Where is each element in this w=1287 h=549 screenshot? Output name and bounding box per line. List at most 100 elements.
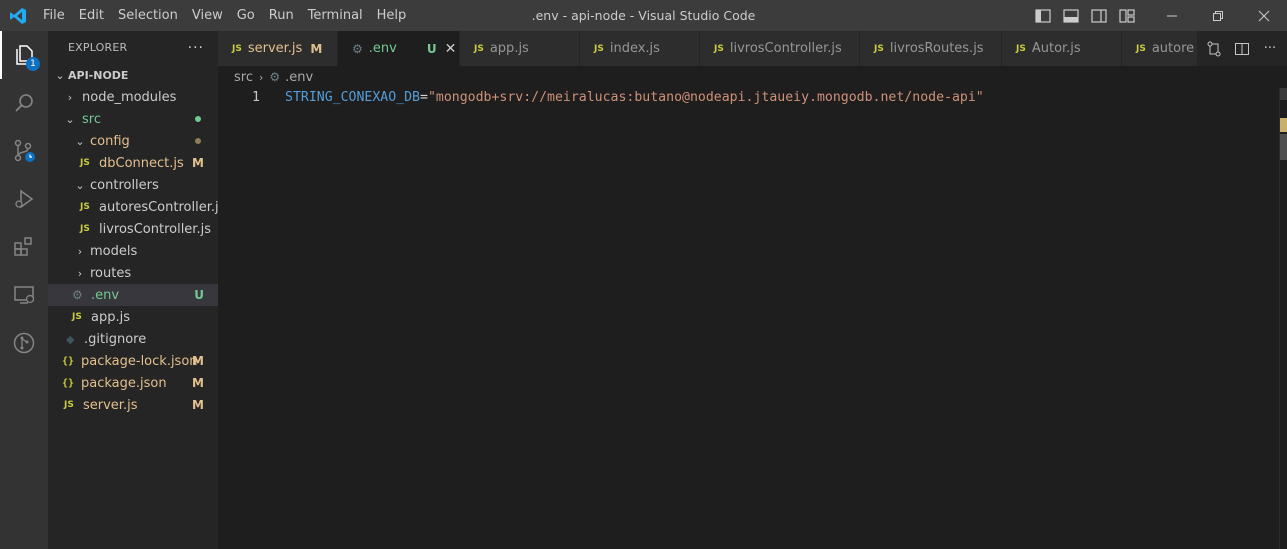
split-editor-icon[interactable]	[1233, 40, 1251, 58]
git-graph-icon[interactable]	[0, 319, 48, 367]
menu-run[interactable]: Run	[262, 0, 301, 31]
customize-layout-icon[interactable]	[1117, 6, 1137, 26]
tab-index-js[interactable]: JS index.js	[580, 31, 700, 66]
menu-help[interactable]: Help	[370, 0, 414, 31]
scrollbar-change-marker	[1280, 118, 1287, 132]
tree-folder-config[interactable]: ⌄ config	[48, 130, 218, 152]
close-tab-icon[interactable]: ✕	[445, 41, 457, 57]
tab-status-badge: U	[426, 41, 437, 56]
tree-file-server[interactable]: JS server.js M	[48, 394, 218, 416]
tree-folder-models[interactable]: › models	[48, 240, 218, 262]
menu-bar: File Edit Selection View Go Run Terminal…	[36, 0, 413, 31]
menu-file[interactable]: File	[36, 0, 72, 31]
chevron-down-icon: ⌄	[75, 134, 85, 148]
tree-label: app.js	[91, 309, 130, 325]
tree-file-env[interactable]: ⚙ .env U	[48, 284, 218, 306]
scrollbar-slider[interactable]	[1280, 88, 1287, 100]
tree-label: .gitignore	[84, 331, 147, 347]
git-status-badge: M	[192, 156, 204, 170]
tree-file-gitignore[interactable]: ◆ .gitignore	[48, 328, 218, 350]
tree-label: node_modules	[82, 89, 177, 105]
source-control-icon[interactable]	[0, 127, 48, 175]
explorer-sidebar: EXPLORER ··· ⌄ API-NODE › node_modules ⌄…	[48, 31, 218, 549]
menu-terminal[interactable]: Terminal	[301, 0, 370, 31]
tab-livrosroutes-js[interactable]: JS livrosRoutes.js	[860, 31, 1002, 66]
tree-file-app[interactable]: JS app.js	[48, 306, 218, 328]
tab-autores-js[interactable]: JS autore	[1122, 31, 1202, 66]
tab-autor-js[interactable]: JS Autor.js	[1002, 31, 1122, 66]
js-file-icon: JS	[874, 43, 884, 54]
tree-folder-routes[interactable]: › routes	[48, 262, 218, 284]
search-icon[interactable]	[0, 79, 48, 127]
chevron-right-icon: ›	[77, 244, 83, 258]
js-file-icon: JS	[72, 312, 82, 322]
restore-icon[interactable]	[1195, 0, 1241, 31]
menu-view[interactable]: View	[185, 0, 230, 31]
toggle-primary-sidebar-icon[interactable]	[1033, 6, 1053, 26]
git-status-badge: M	[192, 354, 204, 368]
env-key: STRING_CONEXAO_DB	[285, 90, 420, 105]
more-actions-icon[interactable]: ···	[1261, 40, 1279, 58]
tree-label: autoresController.js	[99, 199, 218, 215]
chevron-right-icon: ›	[67, 90, 73, 104]
tree-folder-controllers[interactable]: ⌄ controllers	[48, 174, 218, 196]
project-root[interactable]: ⌄ API-NODE	[48, 64, 218, 86]
editor-actions: ···	[1197, 31, 1287, 66]
tab-label: app.js	[489, 41, 529, 56]
tree-file-package[interactable]: {} package.json M	[48, 372, 218, 394]
minimize-icon[interactable]	[1149, 0, 1195, 31]
explorer-title: EXPLORER	[68, 41, 128, 54]
tab-label: Autor.js	[1031, 41, 1081, 56]
breadcrumb-folder[interactable]: src	[234, 70, 253, 85]
js-file-icon: JS	[80, 158, 90, 168]
chevron-right-icon: ›	[258, 70, 264, 84]
js-file-icon: JS	[714, 43, 724, 54]
json-file-icon: {}	[62, 377, 75, 389]
activity-bar: 1	[0, 31, 48, 549]
toggle-panel-icon[interactable]	[1061, 6, 1081, 26]
breadcrumb: src › ⚙ .env	[218, 66, 313, 88]
gear-icon: ⚙	[269, 70, 281, 84]
close-window-icon[interactable]	[1241, 0, 1287, 31]
chevron-right-icon: ›	[77, 266, 83, 280]
tree-folder-node-modules[interactable]: › node_modules	[48, 86, 218, 108]
tab-label: .env	[368, 41, 397, 56]
env-equals: =	[419, 90, 428, 105]
chevron-down-icon: ⌄	[75, 178, 85, 192]
tree-file-dbconnect[interactable]: JS dbConnect.js M	[48, 152, 218, 174]
tab-status-badge: M	[310, 41, 323, 56]
tab-env[interactable]: ⚙ .env U ✕	[338, 31, 460, 66]
tab-server-js[interactable]: JS server.js M	[218, 31, 338, 66]
tab-label: livrosRoutes.js	[889, 41, 984, 56]
breadcrumb-file[interactable]: .env	[285, 70, 313, 85]
editor-scrollbar[interactable]	[1279, 88, 1287, 549]
js-file-icon: JS	[232, 43, 242, 54]
tree-file-package-lock[interactable]: {} package-lock.json M	[48, 350, 218, 372]
git-status-badge: M	[192, 376, 204, 390]
extensions-icon[interactable]	[0, 223, 48, 271]
tree-label: models	[90, 243, 138, 259]
code-editor[interactable]: 1 STRING_CONEXAO_DB="mongodb+srv://meira…	[218, 88, 1279, 549]
js-file-icon: JS	[1016, 43, 1026, 54]
open-changes-icon[interactable]	[1205, 40, 1223, 58]
menu-selection[interactable]: Selection	[111, 0, 185, 31]
explorer-icon[interactable]: 1	[0, 31, 48, 79]
js-file-icon: JS	[594, 43, 604, 54]
tree-file-autorescontroller[interactable]: JS autoresController.js	[48, 196, 218, 218]
menu-edit[interactable]: Edit	[72, 0, 111, 31]
chevron-down-icon: ⌄	[65, 112, 75, 126]
toggle-secondary-sidebar-icon[interactable]	[1089, 6, 1109, 26]
menu-go[interactable]: Go	[230, 0, 262, 31]
layout-controls	[1033, 0, 1137, 31]
tree-file-livroscontroller[interactable]: JS livrosController.js	[48, 218, 218, 240]
more-actions-icon[interactable]: ···	[188, 40, 204, 56]
git-status-badge: M	[192, 398, 204, 412]
remote-explorer-icon[interactable]	[0, 271, 48, 319]
project-name: API-NODE	[68, 68, 129, 82]
tree-folder-src[interactable]: ⌄ src	[48, 108, 218, 130]
explorer-header: EXPLORER ···	[48, 31, 218, 64]
run-debug-icon[interactable]	[0, 175, 48, 223]
tab-app-js[interactable]: JS app.js	[460, 31, 580, 66]
tab-livroscontroller-js[interactable]: JS livrosController.js	[700, 31, 860, 66]
status-dot	[195, 138, 201, 144]
